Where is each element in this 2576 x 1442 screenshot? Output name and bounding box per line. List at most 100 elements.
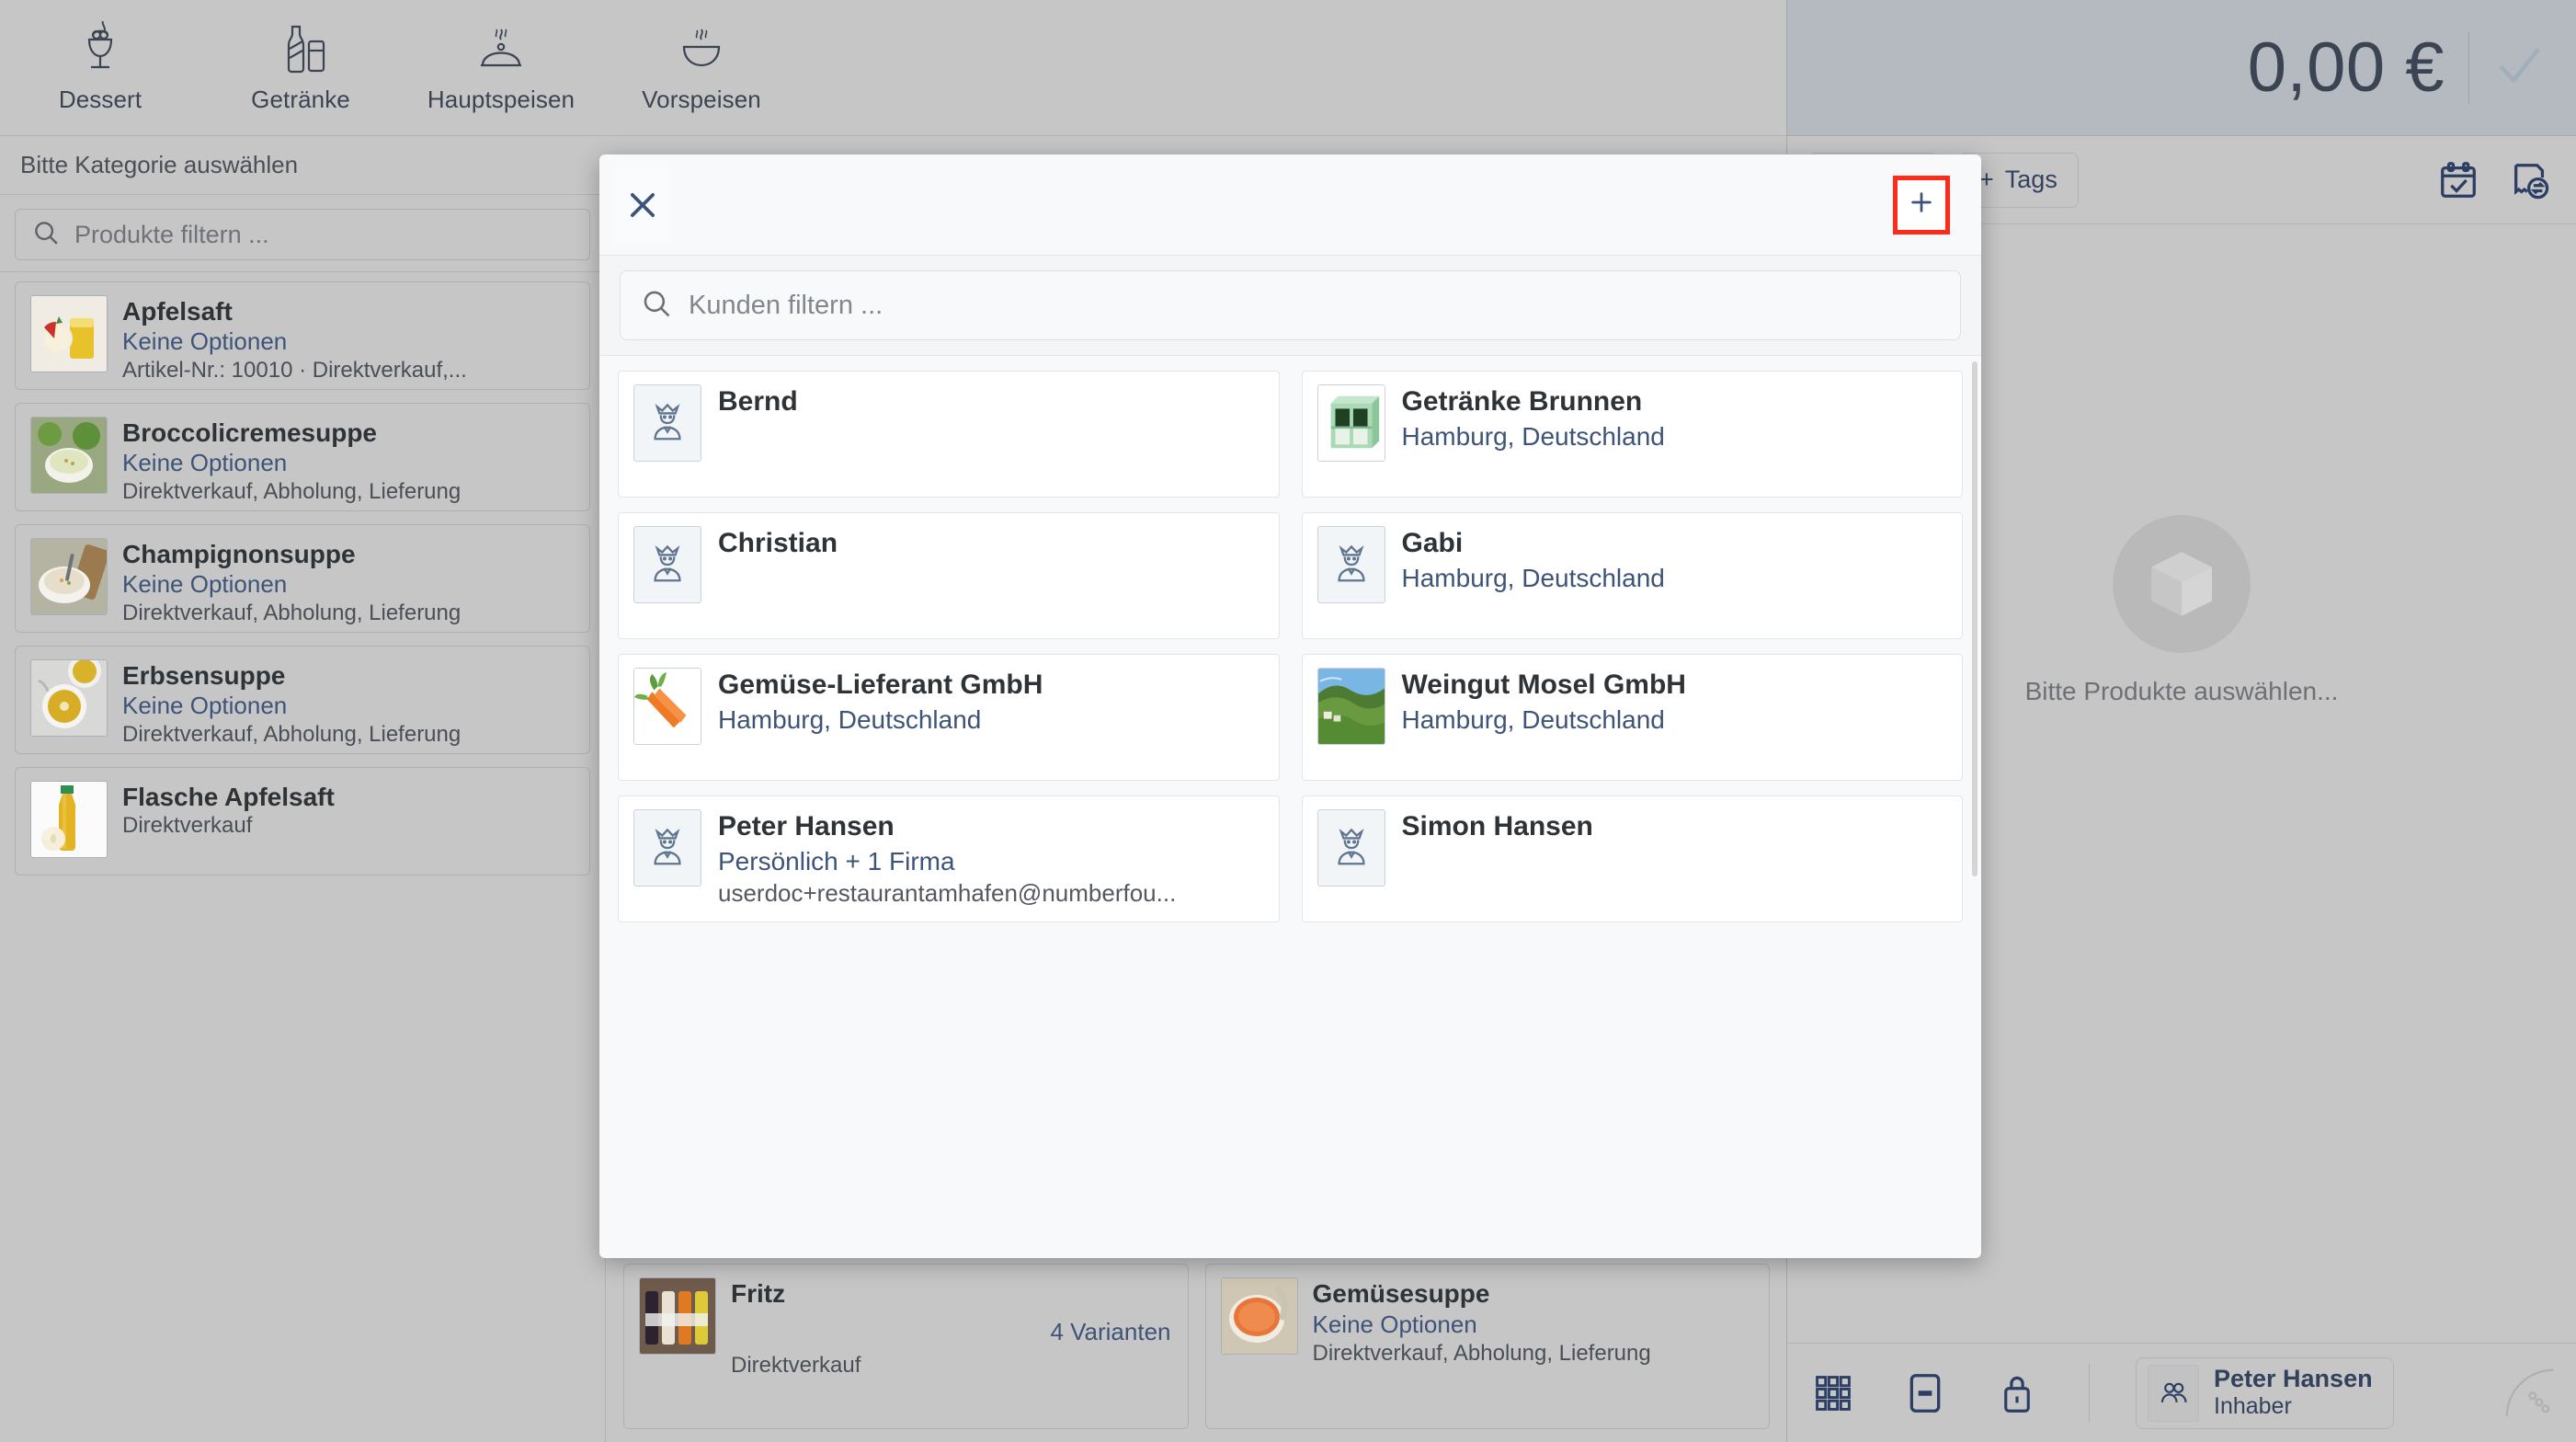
minus-box-icon[interactable] bbox=[1899, 1368, 1951, 1419]
modal-header bbox=[599, 154, 1981, 256]
category-dessert[interactable]: Dessert bbox=[0, 0, 200, 136]
product-filter-input[interactable]: Produkte filtern ... bbox=[15, 209, 590, 260]
drinks-icon bbox=[274, 21, 327, 76]
category-label: Getränke bbox=[251, 86, 350, 113]
modal-scrollbar[interactable] bbox=[1972, 361, 1978, 876]
customer-card[interactable]: Getränke Brunnen Hamburg, Deutschland bbox=[1301, 371, 1963, 498]
customer-card[interactable]: Gemüse-Lieferant GmbH Hamburg, Deutschla… bbox=[618, 654, 1280, 781]
product-sub: Direktverkauf, Abholung, Lieferung bbox=[1312, 1341, 1651, 1366]
customer-text: Simon Hansen bbox=[1402, 809, 1593, 909]
product-row[interactable]: Broccolicremesuppe Keine Optionen Direkt… bbox=[15, 403, 590, 511]
customer-name: Weingut Mosel GmbH bbox=[1401, 670, 1686, 700]
product-row[interactable]: Flasche Apfelsaft Direktverkauf bbox=[15, 767, 590, 876]
users-icon bbox=[2148, 1364, 2199, 1422]
product-name: Champignonsuppe bbox=[122, 540, 356, 568]
receipt-return-icon[interactable] bbox=[2504, 154, 2556, 206]
category-hauptspeisen[interactable]: Hauptspeisen bbox=[401, 0, 601, 136]
divider bbox=[2468, 31, 2469, 104]
product-thumbnail bbox=[30, 295, 108, 372]
modal-search-area: Kunden filtern ... bbox=[599, 256, 1981, 356]
customer-text: Bernd bbox=[718, 384, 798, 484]
customer-card[interactable]: Christian bbox=[618, 512, 1280, 639]
plus-icon: + bbox=[1979, 166, 1994, 193]
product-filter-wrap: Produkte filtern ... bbox=[0, 196, 605, 272]
customer-list: Bernd Getränke Brunnen Hamburg, Deutschl… bbox=[599, 356, 1981, 1258]
category-label: Dessert bbox=[58, 86, 142, 113]
product-thumbnail bbox=[639, 1277, 716, 1355]
customer-name: Simon Hansen bbox=[1401, 811, 1593, 841]
avatar-crown-icon bbox=[1316, 809, 1385, 887]
product-text: Broccolicremesuppe Keine Optionen Direkt… bbox=[122, 417, 461, 505]
order-total-bar: 0,00 € bbox=[1787, 0, 2576, 136]
current-user-button[interactable]: Peter Hansen Inhaber bbox=[2136, 1356, 2394, 1429]
product-thumbnail bbox=[30, 781, 108, 858]
product-row[interactable]: Champignonsuppe Keine Optionen Direktver… bbox=[15, 524, 590, 633]
category-vorspeisen[interactable]: Vorspeisen bbox=[601, 0, 802, 136]
customer-card[interactable]: Peter Hansen Persönlich + 1 Firma userdo… bbox=[618, 795, 1280, 922]
customer-filter-input[interactable]: Kunden filtern ... bbox=[620, 270, 1961, 340]
customer-text: Getränke Brunnen Hamburg, Deutschland bbox=[1402, 384, 1665, 484]
product-thumbnail bbox=[1220, 1277, 1298, 1355]
product-sub: Direktverkauf bbox=[122, 813, 253, 839]
carrots-thumbnail bbox=[633, 668, 701, 745]
avatar-crown-icon bbox=[633, 809, 701, 887]
product-options: Keine Optionen bbox=[122, 570, 288, 599]
product-grid-row: Fritz Direktverkauf 4 Varianten Gemüsesu… bbox=[623, 1264, 1770, 1429]
check-icon[interactable] bbox=[2493, 40, 2545, 96]
customer-text: Christian bbox=[718, 526, 838, 625]
product-text: Gemüsesuppe Keine Optionen Direktverkauf… bbox=[1313, 1277, 1651, 1415]
calendar-check-icon[interactable] bbox=[2433, 154, 2484, 206]
category-getraenke[interactable]: Getränke bbox=[200, 0, 401, 136]
product-text: Fritz Direktverkauf bbox=[731, 1277, 861, 1415]
category-strip: Dessert Getränke Hauptspeisen Vorspeisen bbox=[0, 0, 1786, 136]
plus-icon bbox=[1908, 189, 1935, 221]
main-dish-icon bbox=[472, 21, 530, 76]
product-row[interactable]: Apfelsaft Keine Optionen Artikel-Nr.: 10… bbox=[15, 281, 590, 390]
grid-keypad-icon[interactable] bbox=[1807, 1368, 1859, 1419]
order-empty-text: Bitte Produkte auswählen... bbox=[2024, 677, 2339, 705]
product-sub: Direktverkauf bbox=[731, 1353, 861, 1378]
customer-card[interactable]: Gabi Hamburg, Deutschland bbox=[1301, 512, 1963, 639]
product-text: Flasche Apfelsaft Direktverkauf bbox=[122, 781, 335, 840]
customer-text: Gabi Hamburg, Deutschland bbox=[1402, 526, 1665, 625]
product-thumbnail bbox=[30, 659, 108, 737]
crate-thumbnail bbox=[1316, 384, 1385, 462]
product-filter-placeholder: Produkte filtern ... bbox=[74, 220, 269, 248]
starters-icon bbox=[673, 21, 730, 76]
product-thumbnail bbox=[30, 538, 108, 615]
pos-app-window: Dessert Getränke Hauptspeisen Vorspeisen… bbox=[0, 0, 2576, 1442]
product-name: Flasche Apfelsaft bbox=[122, 783, 335, 811]
lock-icon[interactable] bbox=[1991, 1368, 2043, 1419]
divider bbox=[2089, 1363, 2090, 1423]
customer-sub: Hamburg, Deutschland bbox=[1401, 704, 1665, 734]
vineyard-thumbnail bbox=[1316, 668, 1385, 745]
product-sub: Direktverkauf, Abholung, Lieferung bbox=[122, 479, 462, 505]
dots-arc-icon[interactable] bbox=[2504, 1368, 2556, 1419]
current-user-text: Peter Hansen Inhaber bbox=[2214, 1366, 2373, 1419]
product-grid-card[interactable]: Gemüsesuppe Keine Optionen Direktverkauf… bbox=[1204, 1264, 1770, 1429]
avatar-crown-icon bbox=[633, 526, 701, 603]
product-sub: Direktverkauf, Abholung, Lieferung bbox=[122, 722, 462, 748]
current-user-name: Peter Hansen bbox=[2214, 1365, 2373, 1393]
customer-sub: Hamburg, Deutschland bbox=[1401, 563, 1665, 592]
product-row[interactable]: Erbsensuppe Keine Optionen Direktverkauf… bbox=[15, 646, 590, 754]
customer-name: Gabi bbox=[1401, 528, 1464, 558]
product-text: Apfelsaft Keine Optionen Artikel-Nr.: 10… bbox=[122, 295, 467, 383]
add-customer-button[interactable] bbox=[1893, 175, 1950, 235]
cube-icon bbox=[2113, 515, 2251, 653]
product-variants: 4 Varianten bbox=[1050, 1318, 1171, 1345]
product-name: Apfelsaft bbox=[122, 297, 233, 326]
product-grid-card[interactable]: Fritz Direktverkauf 4 Varianten bbox=[623, 1264, 1189, 1429]
close-icon[interactable] bbox=[612, 167, 673, 242]
category-label: Hauptspeisen bbox=[427, 86, 576, 113]
customer-text: Peter Hansen Persönlich + 1 Firma userdo… bbox=[718, 809, 1176, 909]
customer-card[interactable]: Simon Hansen bbox=[1301, 795, 1963, 922]
add-tags-label: Tags bbox=[2004, 166, 2057, 193]
customer-filter-placeholder: Kunden filtern ... bbox=[689, 290, 883, 320]
search-icon bbox=[641, 288, 672, 324]
customer-card[interactable]: Bernd bbox=[618, 371, 1280, 498]
customer-card[interactable]: Weingut Mosel GmbH Hamburg, Deutschland bbox=[1301, 654, 1963, 781]
customer-name: Gemüse-Lieferant GmbH bbox=[718, 670, 1043, 700]
customer-name: Christian bbox=[718, 528, 838, 558]
product-sub: Direktverkauf, Abholung, Lieferung bbox=[122, 601, 462, 626]
